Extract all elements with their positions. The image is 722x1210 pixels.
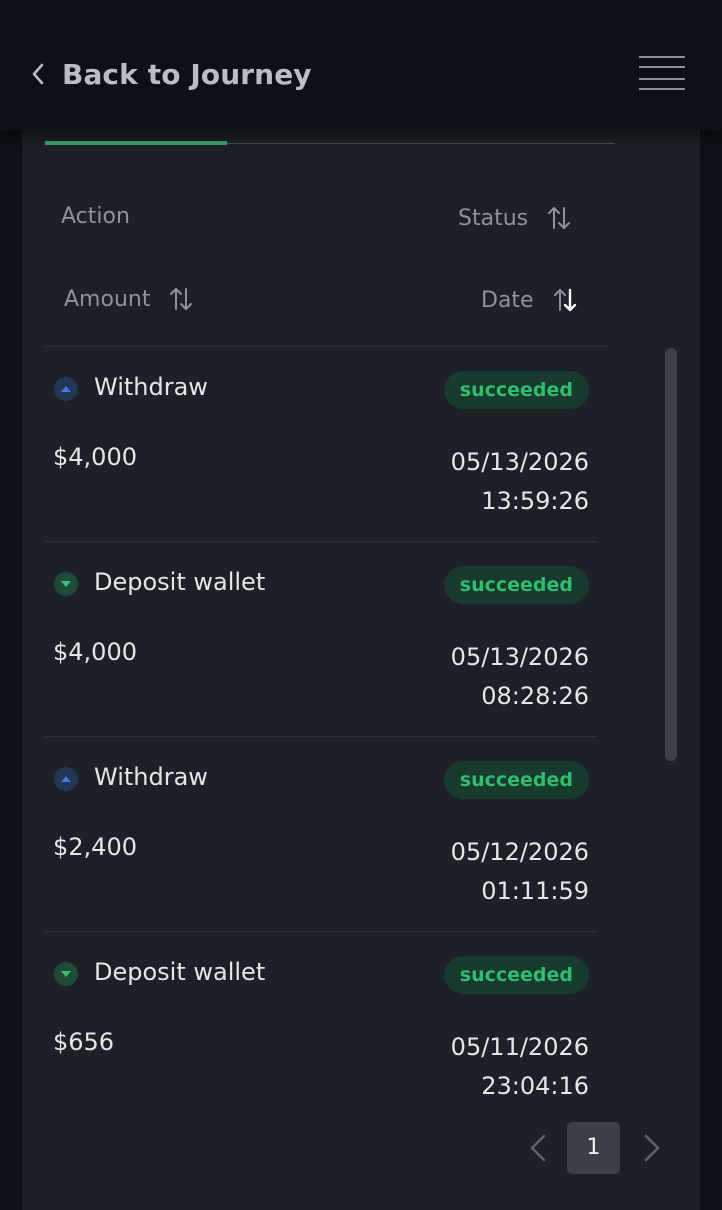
transaction-action: Deposit wallet (94, 958, 266, 986)
transaction-date: 05/13/2026 08:28:26 (451, 638, 589, 716)
transaction-list: Withdraw succeeded $4,000 05/13/2026 13:… (45, 347, 597, 1127)
transaction-row[interactable]: Withdraw succeeded $4,000 05/13/2026 13:… (45, 347, 597, 542)
sort-icon (170, 288, 193, 310)
status-badge: succeeded (443, 956, 589, 994)
page-number-button[interactable]: 1 (567, 1122, 620, 1174)
transaction-amount: $2,400 (53, 833, 137, 861)
menu-bar (639, 56, 685, 58)
transaction-row[interactable]: Deposit wallet succeeded $656 05/11/2026… (45, 932, 597, 1127)
arrow-up-icon (54, 377, 78, 401)
back-to-journey-link[interactable]: Back to Journey (28, 50, 312, 98)
sort-descending-icon (553, 288, 576, 312)
transaction-date: 05/11/2026 23:04:16 (451, 1028, 589, 1106)
next-page-button[interactable] (634, 1122, 670, 1174)
transaction-action: Withdraw (94, 763, 208, 791)
transaction-date-day: 05/11/2026 (450, 1033, 589, 1061)
back-link-label: Back to Journey (62, 57, 312, 91)
transaction-date-time: 08:28:26 (481, 682, 589, 710)
column-header-status[interactable]: Status (458, 202, 572, 234)
column-header-amount[interactable]: Amount (64, 283, 194, 315)
chevron-left-icon (32, 63, 44, 85)
transaction-date: 05/12/2026 01:11:59 (451, 833, 589, 911)
transaction-amount: $656 (53, 1028, 115, 1056)
arrow-up-icon (54, 767, 78, 791)
transaction-date-day: 05/12/2026 (450, 838, 589, 866)
menu-bar (639, 78, 685, 80)
status-badge: succeeded (443, 761, 589, 799)
status-badge: succeeded (443, 566, 589, 604)
transaction-date-time: 01:11:59 (481, 877, 589, 905)
transaction-date-day: 05/13/2026 (450, 448, 589, 476)
transaction-row[interactable]: Withdraw succeeded $2,400 05/12/2026 01:… (45, 737, 597, 932)
hamburger-menu-button[interactable] (636, 52, 688, 96)
transaction-amount: $4,000 (53, 443, 137, 471)
column-header-date[interactable]: Date (481, 284, 578, 316)
arrow-down-icon (54, 962, 78, 986)
transaction-date-time: 13:59:26 (481, 487, 589, 515)
transaction-row[interactable]: Deposit wallet succeeded $4,000 05/13/20… (45, 542, 597, 737)
previous-page-button[interactable] (520, 1122, 556, 1174)
transaction-action: Withdraw (94, 373, 208, 401)
column-header-action: Action (61, 203, 130, 229)
transaction-date: 05/13/2026 13:59:26 (451, 443, 589, 521)
menu-bar (639, 88, 685, 90)
active-tab-indicator[interactable] (45, 141, 227, 145)
transaction-amount: $4,000 (53, 638, 137, 666)
arrow-down-icon (54, 572, 78, 596)
transaction-date-time: 23:04:16 (481, 1072, 589, 1100)
sort-icon (548, 207, 571, 229)
status-badge: succeeded (443, 371, 589, 409)
transaction-date-day: 05/13/2026 (450, 643, 589, 671)
menu-bar (639, 66, 685, 68)
list-scrollbar[interactable] (665, 348, 677, 761)
transaction-action: Deposit wallet (94, 568, 266, 596)
top-header: Back to Journey (0, 0, 722, 130)
